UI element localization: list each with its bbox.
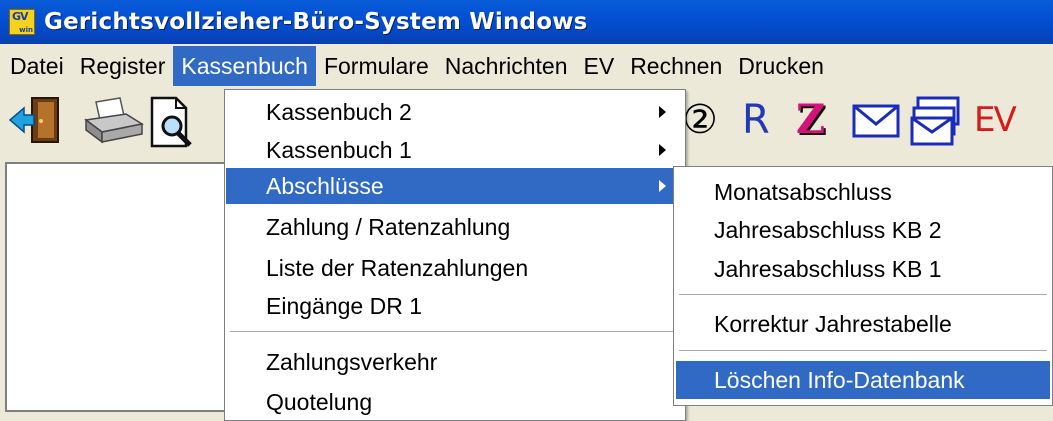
menu-item-kassenbuch-1[interactable]: Kassenbuch 1 — [226, 132, 682, 168]
stacked-envelopes-icon[interactable] — [910, 96, 962, 151]
menu-nachrichten[interactable]: Nachrichten — [437, 46, 576, 86]
menu-item-zahlungsverkehr[interactable]: Zahlungsverkehr — [226, 344, 682, 380]
menu-item-liste-ratenzahlungen[interactable]: Liste der Ratenzahlungen — [226, 250, 682, 286]
menu-bar: Datei Register Kassenbuch Formulare Nach… — [0, 44, 1053, 88]
menu-item-jahresabschluss-kb2[interactable]: Jahresabschluss KB 2 — [676, 211, 1050, 249]
menu-register[interactable]: Register — [72, 46, 174, 86]
menu-separator — [679, 294, 1047, 296]
menu-item-korrektur-jahrestabelle[interactable]: Korrektur Jahrestabelle — [676, 305, 1050, 343]
printer-icon[interactable] — [82, 96, 146, 151]
submenu-arrow-icon — [659, 144, 666, 156]
menu-item-eingaenge-dr1[interactable]: Eingänge DR 1 — [226, 288, 682, 324]
exit-door-icon[interactable] — [8, 96, 66, 151]
circled-2-icon[interactable]: ② — [682, 94, 718, 146]
submenu-arrow-icon — [659, 180, 666, 192]
menu-separator — [230, 331, 680, 333]
app-logo-icon: GV win — [9, 9, 35, 35]
print-preview-icon[interactable] — [146, 96, 198, 155]
menu-rechnen[interactable]: Rechnen — [622, 46, 730, 86]
menu-datei[interactable]: Datei — [2, 46, 72, 86]
r-icon[interactable]: R — [742, 94, 770, 146]
submenu-arrow-icon — [659, 106, 666, 118]
menu-item-monatsabschluss[interactable]: Monatsabschluss — [676, 173, 1050, 211]
menu-item-jahresabschluss-kb1[interactable]: Jahresabschluss KB 1 — [676, 250, 1050, 288]
menu-kassenbuch[interactable]: Kassenbuch — [173, 46, 316, 86]
kassenbuch-dropdown: Kassenbuch 2 Kassenbuch 1 Abschlüsse Zah… — [224, 89, 686, 421]
menu-item-quotelung[interactable]: Quotelung — [226, 384, 682, 420]
menu-item-kassenbuch-2[interactable]: Kassenbuch 2 — [226, 94, 682, 130]
title-bar[interactable]: GV win Gerichtsvollzieher-Büro-System Win… — [0, 0, 1053, 44]
menu-separator — [679, 350, 1047, 352]
menu-ev[interactable]: EV — [576, 46, 623, 86]
window-title: Gerichtsvollzieher-Büro-System Windows — [44, 9, 588, 35]
z-icon[interactable]: Z — [796, 94, 825, 146]
menu-formulare[interactable]: Formulare — [316, 46, 437, 86]
ev-icon[interactable]: EV — [974, 94, 1017, 146]
menu-drucken[interactable]: Drucken — [730, 46, 832, 86]
envelope-icon[interactable] — [852, 100, 902, 145]
menu-item-abschluesse[interactable]: Abschlüsse — [226, 168, 682, 204]
menu-item-zahlung[interactable]: Zahlung / Ratenzahlung — [226, 209, 682, 245]
abschluesse-submenu: Monatsabschluss Jahresabschluss KB 2 Jah… — [673, 166, 1053, 406]
left-pane — [5, 162, 225, 412]
menu-item-loeschen-info-datenbank[interactable]: Löschen Info-Datenbank — [676, 361, 1050, 399]
